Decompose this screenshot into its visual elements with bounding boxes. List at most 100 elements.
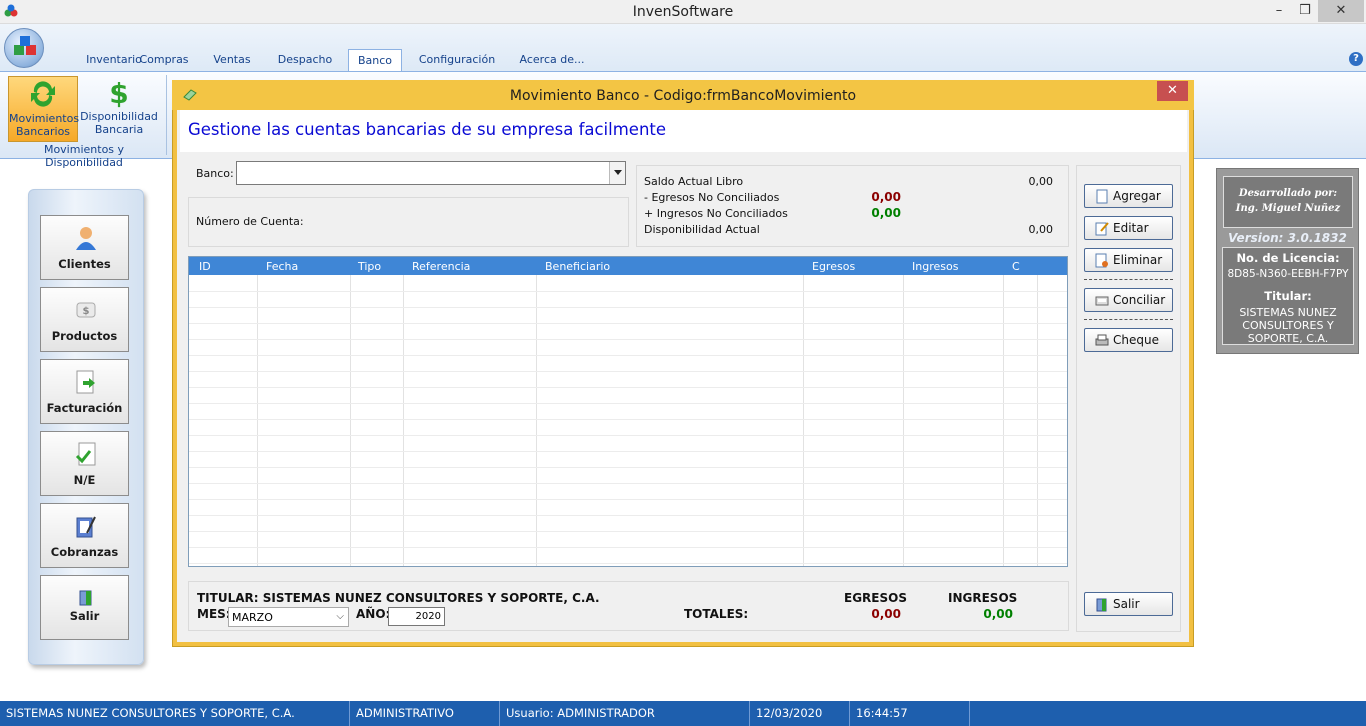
grid-row-line [189,403,1067,404]
column-header-c[interactable]: C [1012,259,1020,275]
printer-icon [1095,334,1109,346]
help-icon[interactable]: ? [1349,52,1363,66]
conciliate-icon [1095,296,1109,306]
svg-text:$: $ [83,306,90,317]
grid-row-line [189,339,1067,340]
ingresos-header: INGRESOS [948,591,1018,605]
close-button[interactable]: ✕ [1318,0,1364,22]
cheque-button[interactable]: Cheque [1084,328,1173,352]
grid-row-line [189,307,1067,308]
mes-select[interactable]: MARZO ⌵ [228,607,349,627]
mes-value: MARZO [232,611,273,624]
grid-row-line [189,355,1067,356]
column-header-fecha[interactable]: Fecha [266,259,298,275]
checkmark-document-icon [75,442,96,466]
banco-select[interactable] [236,161,626,185]
column-header-egresos[interactable]: Egresos [812,259,855,275]
movimientos-bancarios-button[interactable]: Movimientos Bancarios [8,76,79,142]
column-header-beneficiario[interactable]: Beneficiario [545,259,610,275]
ingresos-nc-value: 0,00 [871,206,901,220]
grid-row-line [189,531,1067,532]
user-icon [76,227,96,250]
saldo-libro-value: 0,00 [1028,175,1054,188]
new-document-icon [1096,189,1108,204]
anio-input[interactable]: 2020 [388,607,445,626]
chevron-down-icon[interactable]: ⌵ [336,611,344,622]
productos-button[interactable]: $ Productos [40,287,129,352]
license-value: 8D85-N360-EEBH-F7PY [1227,268,1349,280]
movimientos-grid[interactable] [188,256,1068,567]
dialog-salir-button[interactable]: Salir [1084,592,1173,616]
cuenta-label: Número de Cuenta: [196,215,304,228]
salir-button[interactable]: Salir [40,575,129,640]
status-time: 16:44:57 [850,701,970,726]
cubes-icon [14,36,36,55]
nota-entrega-button[interactable]: N/E [40,431,129,496]
app-menu-orb[interactable] [4,28,44,68]
column-header-ingresos[interactable]: Ingresos [912,259,958,275]
disponibilidad-value: 0,00 [1028,223,1054,236]
cobranzas-button[interactable]: Cobranzas [40,503,129,568]
column-header-tipo[interactable]: Tipo [358,259,381,275]
developer-line-1: Desarrollado por: [1238,188,1338,199]
grid-column-line [803,275,804,566]
tab-acerca-de[interactable]: Acerca de... [512,49,592,71]
editar-button[interactable]: Editar [1084,216,1173,240]
grid-row-line [189,419,1067,420]
tab-banco[interactable]: Banco [348,49,402,71]
grid-row-line [189,547,1067,548]
grid-column-line [403,275,404,566]
anio-label: AÑO: [356,607,391,621]
column-header-id[interactable]: ID [199,259,211,275]
exit-door-icon [79,590,92,606]
developer-box [1223,176,1353,228]
tab-compras[interactable]: Compras [132,49,196,71]
anio-value: 2020 [415,611,441,622]
grid-row-line [189,499,1067,500]
dialog-close-button[interactable]: ✕ [1157,81,1188,101]
dialog-headline: Gestione las cuentas bancarias de su emp… [188,120,667,139]
tab-ventas[interactable]: Ventas [202,49,262,71]
product-tag-icon: $ [76,302,96,318]
grid-row-line [189,387,1067,388]
status-role: ADMINISTRATIVO [350,701,500,726]
grid-column-line [1003,275,1004,566]
maximize-button[interactable]: ❒ [1292,0,1318,22]
dialog-title: Movimiento Banco - Codigo:frmBancoMovimi… [509,88,857,104]
titular-text: TITULAR: SISTEMAS NUNEZ CONSULTORES Y SO… [197,591,600,605]
actions-separator [1084,319,1173,320]
status-user: Usuario: ADMINISTRADOR [500,701,750,726]
grid-row-line [189,563,1067,564]
chevron-down-icon[interactable] [609,162,625,184]
agregar-button[interactable]: Agregar [1084,184,1173,208]
eliminar-button[interactable]: Eliminar [1084,248,1173,272]
dollar-icon: $ [109,77,129,110]
totales-label: TOTALES: [684,607,749,621]
developer-line-2: Ing. Miguel Nuñez [1235,203,1341,214]
grid-row-line [189,515,1067,516]
column-header-referencia[interactable]: Referencia [412,259,470,275]
grid-row-line [189,435,1067,436]
mes-label: MES: [197,607,231,621]
grid-column-line [350,275,351,566]
clipboard-pen-icon [76,516,96,538]
grid-column-line [1037,275,1038,566]
license-label: No. de Licencia: [1236,251,1340,265]
conciliar-button[interactable]: Conciliar [1084,288,1173,312]
titular-label: Titular: [1264,289,1312,303]
grid-column-line [257,275,258,566]
grid-row-line [189,467,1067,468]
facturacion-button[interactable]: Facturación [40,359,129,424]
tab-despacho[interactable]: Despacho [268,49,342,71]
minimize-button[interactable]: – [1266,0,1292,22]
grid-row-line [189,451,1067,452]
clientes-button[interactable]: Clientes [40,215,129,280]
saldo-libro-label: Saldo Actual Libro [644,175,744,188]
grid-row-line [189,371,1067,372]
egresos-nc-value: 0,00 [871,190,901,204]
tab-configuracion[interactable]: Configuración [410,49,504,71]
grid-row-line [189,291,1067,292]
disponibilidad-bancaria-button[interactable]: $ Disponibilidad Bancaria [80,76,158,142]
egresos-total: 0,00 [871,607,901,621]
disponibilidad-label: Disponibilidad Actual [644,223,760,236]
